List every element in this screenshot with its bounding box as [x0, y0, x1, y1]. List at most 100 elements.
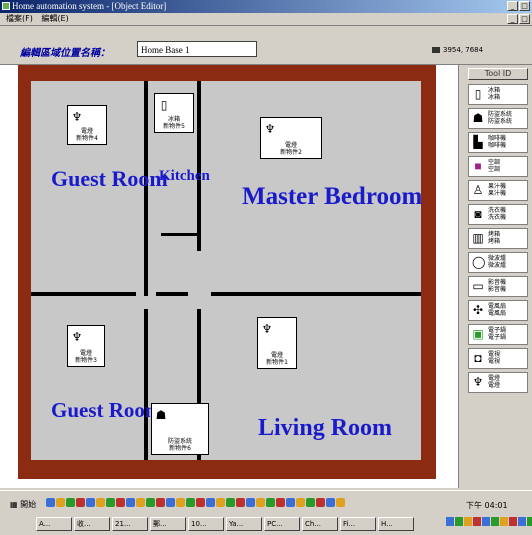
lamp-icon: ♆ [71, 330, 83, 344]
windows-logo-icon: ▦ [10, 500, 18, 509]
tool-item-juicer[interactable]: ♙ 果汁機 果汁機 [468, 180, 528, 201]
quick-launch-icon[interactable] [256, 498, 265, 507]
tool-item-oven[interactable]: ▥ 烤箱 烤箱 [468, 228, 528, 249]
location-name-input[interactable]: Home Base 1 [137, 41, 257, 57]
system-clock: 下午 04:01 [466, 501, 508, 510]
task-button[interactable]: H... [378, 517, 414, 531]
tray-icon[interactable] [455, 517, 463, 526]
quick-launch-icon[interactable] [136, 498, 145, 507]
quick-launch-icon[interactable] [286, 498, 295, 507]
task-button[interactable]: 收... [74, 517, 110, 531]
fan-icon: ✣ [472, 303, 484, 317]
quick-launch-icon[interactable] [206, 498, 215, 507]
quick-launch-icon[interactable] [316, 498, 325, 507]
floorplan-canvas[interactable]: Guest Room Kitchen Master Bedroom Guest … [0, 65, 459, 488]
tool-item-rice-cooker[interactable]: ▣ 電子鍋 電子鍋 [468, 324, 528, 345]
tray-icon[interactable] [446, 517, 454, 526]
menubar: 檔案(F) 編輯(E) _ □ [0, 13, 532, 26]
quick-launch-icon[interactable] [76, 498, 85, 507]
device-lamp[interactable]: ♆ 電燈 新物件4 [67, 105, 107, 145]
maximize-button[interactable]: □ [519, 1, 530, 11]
quick-launch-icon[interactable] [56, 498, 65, 507]
coffee-maker-icon: ▙ [473, 135, 483, 149]
device-alarm[interactable]: ☗ 防盜系統 新物件6 [151, 403, 209, 455]
tray-icon[interactable] [491, 517, 499, 526]
device-fridge[interactable]: ▯ 冰箱 新物件5 [154, 93, 194, 133]
tray-icon[interactable] [518, 517, 526, 526]
room-label-living-room: Living Room [258, 415, 393, 441]
wall [156, 292, 188, 296]
wall [197, 81, 201, 251]
quick-launch-icon[interactable] [66, 498, 75, 507]
window-title: Home automation system - [Object Editor] [12, 1, 167, 11]
task-button[interactable]: 10... [188, 517, 224, 531]
start-button[interactable]: ▦ 開始 [10, 498, 36, 511]
minimize-button[interactable]: _ [507, 1, 518, 11]
lamp-icon: ♆ [472, 375, 484, 389]
quick-launch-icon[interactable] [126, 498, 135, 507]
tray-icon[interactable] [509, 517, 517, 526]
fridge-icon: ▯ [160, 98, 168, 112]
quick-launch-icon[interactable] [296, 498, 305, 507]
quick-launch-icon[interactable] [146, 498, 155, 507]
quick-launch-icon[interactable] [96, 498, 105, 507]
quick-launch-icon[interactable] [306, 498, 315, 507]
quick-launch-icon[interactable] [86, 498, 95, 507]
task-button[interactable]: Fi... [340, 517, 376, 531]
app-icon [2, 2, 10, 10]
tray-icon[interactable] [527, 517, 532, 526]
quick-launch-icon[interactable] [276, 498, 285, 507]
quick-launch-icon[interactable] [156, 498, 165, 507]
tool-item-alarm[interactable]: ☗ 防盜系統 防盜系統 [468, 108, 528, 129]
tool-item-air-conditioner[interactable]: ■ 空調 空調 [468, 156, 528, 177]
task-button[interactable]: PC... [264, 517, 300, 531]
tool-item-tv[interactable]: ◘ 電視 電視 [468, 348, 528, 369]
quick-launch-icon[interactable] [336, 498, 345, 507]
quick-launch-icon[interactable] [106, 498, 115, 507]
tool-item-coffee-maker[interactable]: ▙ 咖啡機 咖啡機 [468, 132, 528, 153]
taskbar: ▦ 開始 下午 04:01 A... 收... 21... 郵... 10...… [0, 490, 532, 535]
tool-item-microwave[interactable]: ◯ 微波爐 微波爐 [468, 252, 528, 273]
microwave-icon: ◯ [472, 255, 486, 269]
tool-item-washer[interactable]: ◙ 洗衣機 洗衣機 [468, 204, 528, 225]
task-button[interactable]: A... [36, 517, 72, 531]
lamp-icon: ♆ [261, 322, 273, 336]
quick-launch-icon[interactable] [166, 498, 175, 507]
menu-edit[interactable]: 編輯(E) [41, 14, 68, 23]
quick-launch-icon[interactable] [236, 498, 245, 507]
task-button[interactable]: 21... [112, 517, 148, 531]
room-label-kitchen: Kitchen [159, 168, 210, 184]
cursor-icon [432, 47, 440, 53]
tool-item-fan[interactable]: ✣ 電風扇 電風扇 [468, 300, 528, 321]
task-button[interactable]: 郵... [150, 517, 186, 531]
task-button[interactable]: Ch... [302, 517, 338, 531]
quick-launch-icon[interactable] [186, 498, 195, 507]
task-button[interactable]: Ya... [226, 517, 262, 531]
quick-launch-icon[interactable] [46, 498, 55, 507]
device-lamp[interactable]: ♆ 電燈 新物件2 [260, 117, 322, 159]
menu-file[interactable]: 檔案(F) [6, 14, 33, 23]
tray-icon[interactable] [464, 517, 472, 526]
location-bar: 編輯區域位置名稱： Home Base 1 3954, 7684 [0, 26, 532, 65]
quick-launch-icon[interactable] [216, 498, 225, 507]
tool-item-av-player[interactable]: ▭ 影音機 影音機 [468, 276, 528, 297]
quick-launch-icon[interactable] [326, 498, 335, 507]
tray-icon[interactable] [473, 517, 481, 526]
wall [161, 233, 197, 236]
quick-launch-icon[interactable] [176, 498, 185, 507]
quick-launch-icon[interactable] [196, 498, 205, 507]
quick-launch-icon[interactable] [266, 498, 275, 507]
quick-launch-icon[interactable] [226, 498, 235, 507]
tool-item-fridge[interactable]: ▯ 冰箱 冰箱 [468, 84, 528, 105]
tray-icon[interactable] [500, 517, 508, 526]
device-lamp[interactable]: ♆ 電燈 新物件1 [257, 317, 297, 369]
device-lamp[interactable]: ♆ 電燈 新物件3 [67, 325, 105, 367]
mdi-restore-button[interactable]: □ [519, 14, 530, 24]
mdi-minimize-button[interactable]: _ [507, 14, 518, 24]
tray-icon[interactable] [482, 517, 490, 526]
room-label-guest-room: Guest Room [51, 166, 168, 191]
quick-launch-icon[interactable] [246, 498, 255, 507]
quick-launch-icon[interactable] [116, 498, 125, 507]
tool-item-lamp[interactable]: ♆ 電燈 電燈 [468, 372, 528, 393]
juicer-icon: ♙ [472, 183, 484, 197]
